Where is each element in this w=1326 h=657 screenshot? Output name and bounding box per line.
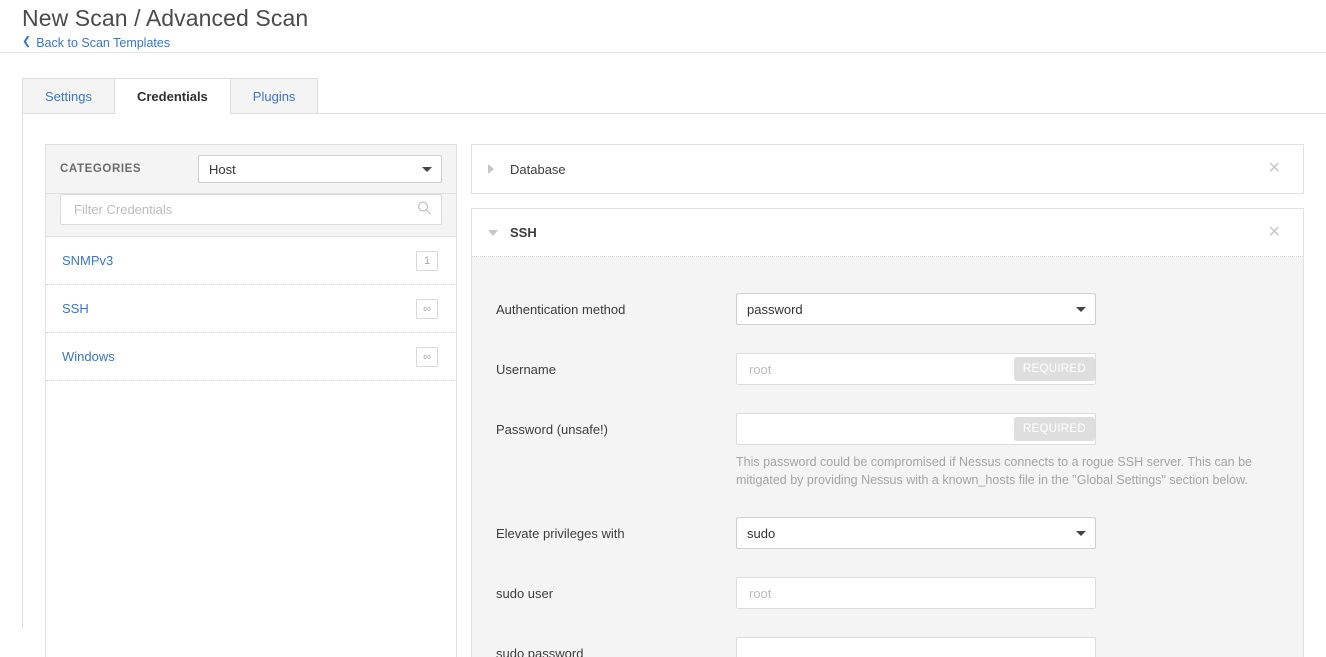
back-to-scan-templates-link[interactable]: ❮ Back to Scan Templates [22, 36, 170, 50]
search-icon [417, 200, 431, 219]
panel-ssh-body: Authentication method password Username [472, 257, 1303, 657]
elevate-privileges-value: sudo [747, 525, 776, 541]
chevron-down-icon [422, 167, 432, 172]
panel-ssh: SSH ✕ Authentication method password Use… [471, 208, 1304, 657]
content-area: CATEGORIES Host SNMPv3 1 [22, 114, 1326, 657]
field-sudo-user: sudo user [472, 563, 1303, 623]
authentication-method-select[interactable]: password [736, 293, 1096, 325]
field-username: Username REQUIRED [472, 339, 1303, 399]
page-header: New Scan / Advanced Scan ❮ Back to Scan … [0, 0, 1326, 53]
required-badge: REQUIRED [1013, 417, 1095, 441]
categories-label: CATEGORIES [60, 163, 142, 175]
field-password: Password (unsafe!) REQUIRED [472, 399, 1303, 459]
field-label: Elevate privileges with [496, 525, 625, 541]
chevron-down-icon[interactable] [488, 229, 510, 236]
authentication-method-value: password [747, 301, 803, 317]
field-label: Username [496, 361, 556, 377]
credential-panels: Database ✕ SSH ✕ Authentication method p… [471, 144, 1304, 657]
filter-section [46, 194, 456, 237]
credential-type-label[interactable]: SNMPv3 [62, 253, 113, 268]
credential-count-badge: ∞ [416, 298, 438, 319]
list-item[interactable]: Windows ∞ [46, 333, 456, 381]
field-label: sudo password [496, 645, 584, 657]
chevron-right-icon[interactable] [488, 164, 510, 174]
tab-bar: Settings Credentials Plugins [0, 78, 1326, 114]
list-item[interactable]: SNMPv3 1 [46, 237, 456, 285]
close-icon[interactable]: ✕ [1264, 221, 1285, 245]
panel-ssh-header[interactable]: SSH ✕ [472, 209, 1303, 257]
field-label: Authentication method [496, 301, 626, 317]
credential-count-badge: 1 [416, 250, 438, 271]
chevron-left-icon: ❮ [22, 35, 32, 48]
list-item[interactable]: SSH ∞ [46, 285, 456, 333]
sudo-password-input[interactable] [747, 638, 1085, 657]
credential-count-badge: ∞ [416, 346, 438, 367]
page-title: New Scan / Advanced Scan [22, 5, 309, 31]
credentials-sidebar: CATEGORIES Host SNMPv3 1 [45, 144, 457, 657]
password-help-row: This password could be compromised if Ne… [472, 455, 1303, 503]
tab-plugins[interactable]: Plugins [229, 78, 319, 114]
sidebar-header: CATEGORIES Host [46, 145, 456, 194]
elevate-privileges-select[interactable]: sudo [736, 517, 1096, 549]
field-label: sudo user [496, 585, 554, 601]
back-link-label: Back to Scan Templates [36, 35, 171, 50]
category-select-value: Host [209, 161, 236, 177]
category-select[interactable]: Host [198, 155, 442, 183]
panel-database-title: Database [510, 161, 566, 177]
sudo-password-input-wrap[interactable] [736, 637, 1096, 657]
required-badge: REQUIRED [1013, 357, 1095, 381]
credential-type-list: SNMPv3 1 SSH ∞ Windows ∞ [46, 237, 456, 381]
chevron-down-icon [1076, 531, 1086, 536]
panel-ssh-title: SSH [510, 225, 537, 240]
tab-credentials[interactable]: Credentials [113, 78, 231, 114]
credential-type-label[interactable]: Windows [62, 349, 115, 364]
sudo-user-input-wrap[interactable] [736, 577, 1096, 609]
field-authentication-method: Authentication method password [472, 279, 1303, 339]
credential-type-label[interactable]: SSH [62, 301, 89, 316]
field-label: Password (unsafe!) [496, 421, 608, 437]
password-help-text: This password could be compromised if Ne… [736, 455, 1252, 487]
panel-database-header[interactable]: Database ✕ [472, 145, 1303, 193]
filter-credentials-box[interactable] [60, 194, 442, 225]
field-elevate-privileges: Elevate privileges with sudo [472, 503, 1303, 563]
sudo-user-input[interactable] [747, 578, 1085, 608]
field-sudo-password: sudo password [472, 623, 1303, 657]
panel-database: Database ✕ [471, 144, 1304, 194]
filter-credentials-input[interactable] [72, 201, 407, 218]
chevron-down-icon [1076, 307, 1086, 312]
tab-settings[interactable]: Settings [22, 78, 115, 114]
close-icon[interactable]: ✕ [1264, 157, 1285, 181]
